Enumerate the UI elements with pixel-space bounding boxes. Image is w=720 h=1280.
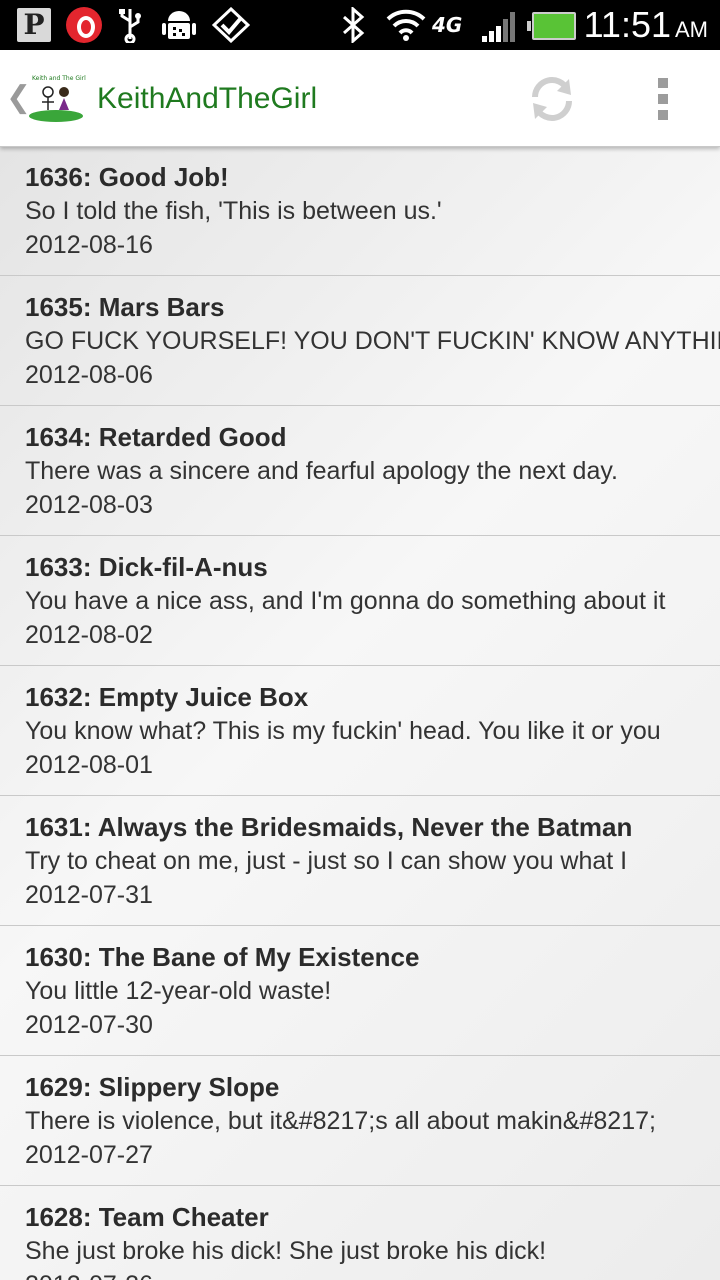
episode-title: 1632: Empty Juice Box (25, 682, 309, 712)
app-title: KeithAndTheGirl (97, 82, 318, 115)
episode-item[interactable]: 1635: Mars Bars GO FUCK YOURSELF! YOU DO… (0, 276, 720, 406)
network-type-label: 4G (432, 13, 463, 37)
episode-date: 2012-07-31 (25, 881, 153, 909)
bluetooth-icon (338, 5, 368, 45)
episode-title: 1634: Retarded Good (25, 422, 287, 452)
overflow-dot (658, 110, 668, 120)
pandora-icon: P (17, 8, 51, 42)
wifi-icon (386, 7, 426, 43)
episode-title: 1631: Always the Bridesmaids, Never the … (25, 812, 633, 842)
episode-description: Try to cheat on me, just - just so I can… (25, 847, 628, 875)
episode-title: 1635: Mars Bars (25, 292, 225, 322)
refresh-button[interactable] (524, 74, 580, 124)
overflow-dot (658, 78, 668, 88)
episode-item[interactable]: 1630: The Bane of My Existence You littl… (0, 926, 720, 1056)
episode-date: 2012-08-03 (25, 491, 153, 519)
episode-list[interactable]: 1636: Good Job! So I told the fish, 'Thi… (0, 146, 720, 1280)
episode-item[interactable]: 1629: Slippery Slope There is violence, … (0, 1056, 720, 1186)
battery-icon (527, 12, 576, 40)
episode-item[interactable]: 1628: Team Cheater She just broke his di… (0, 1186, 720, 1280)
episode-item[interactable]: 1631: Always the Bridesmaids, Never the … (0, 796, 720, 926)
episode-date: 2012-08-01 (25, 751, 153, 779)
episode-date: 2012-07-27 (25, 1141, 153, 1169)
episode-title: 1628: Team Cheater (25, 1202, 269, 1232)
episode-date: 2012-07-26 (25, 1268, 720, 1280)
episode-date: 2012-08-16 (25, 231, 153, 259)
episode-date: 2012-08-06 (25, 361, 153, 389)
action-bar: ❮ Keith and The Girl KeithAndTheGirl (0, 50, 720, 147)
episode-description: You have a nice ass, and I'm gonna do so… (25, 587, 666, 615)
episode-item[interactable]: 1632: Empty Juice Box You know what? Thi… (0, 666, 720, 796)
episode-item[interactable]: 1633: Dick-fil-A-nus You have a nice ass… (0, 536, 720, 666)
episode-title: 1630: The Bane of My Existence (25, 942, 420, 972)
android-debug-icon (162, 7, 196, 43)
beats-icon (66, 7, 102, 43)
episode-description: So I told the fish, 'This is between us.… (25, 197, 442, 225)
episode-item[interactable]: 1636: Good Job! So I told the fish, 'Thi… (0, 146, 720, 276)
episode-title: 1636: Good Job! (25, 162, 229, 192)
episode-title: 1633: Dick-fil-A-nus (25, 552, 268, 582)
overflow-dot (658, 94, 668, 104)
svg-text:Keith and The Girl: Keith and The Girl (32, 75, 86, 82)
episode-description: There was a sincere and fearful apology … (25, 457, 618, 485)
episode-date: 2012-07-30 (25, 1011, 153, 1039)
signal-icon (482, 12, 518, 42)
usb-icon (116, 7, 144, 45)
status-bar: P 4G 11:51 AM (0, 0, 720, 50)
episode-description: GO FUCK YOURSELF! YOU DON'T FUCKIN' KNOW… (25, 327, 720, 355)
overflow-menu-button[interactable] (640, 74, 686, 124)
refresh-icon (532, 77, 572, 121)
episode-item[interactable]: 1634: Retarded Good There was a sincere … (0, 406, 720, 536)
episode-description: There is violence, but it&#8217;s all ab… (25, 1107, 656, 1135)
episode-description: You little 12-year-old waste! (25, 977, 332, 1005)
app-logo[interactable]: Keith and The Girl (28, 72, 86, 124)
episode-date: 2012-08-02 (25, 621, 153, 649)
status-time: 11:51 AM (583, 4, 708, 45)
episode-description: She just broke his dick! She just broke … (25, 1237, 547, 1265)
episode-description: You know what? This is my fuckin' head. … (25, 717, 661, 745)
task-check-icon (211, 6, 251, 44)
episode-title: 1629: Slippery Slope (25, 1072, 280, 1102)
